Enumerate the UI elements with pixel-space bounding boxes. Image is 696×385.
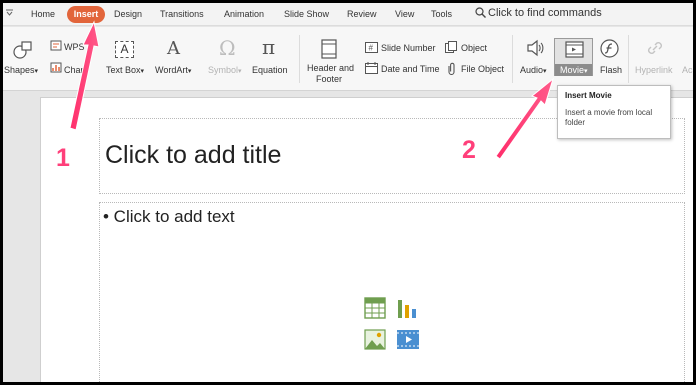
title-placeholder-text: Click to add title — [105, 141, 282, 169]
insert-chart-icon[interactable] — [396, 297, 418, 319]
text-box-button[interactable]: Text Box▾ — [106, 65, 144, 75]
tab-animation[interactable]: Animation — [224, 9, 264, 19]
tab-tools[interactable]: Tools — [431, 9, 452, 19]
insert-video-icon[interactable] — [396, 329, 420, 350]
tab-view[interactable]: View — [395, 9, 414, 19]
flash-button[interactable]: Flash — [600, 65, 622, 75]
insert-picture-icon[interactable] — [364, 329, 386, 350]
step-1-label: 1 — [56, 144, 70, 172]
insert-table-icon[interactable] — [364, 297, 386, 319]
wordart-icon[interactable]: A — [167, 38, 180, 59]
equation-button[interactable]: Equation — [252, 65, 288, 75]
equation-icon[interactable]: π — [262, 35, 275, 59]
header-footer-label-2[interactable]: Footer — [316, 74, 342, 84]
header-footer-icon[interactable] — [321, 39, 337, 59]
slide-number-button[interactable]: Slide Number — [381, 43, 436, 53]
speaker-icon[interactable] — [525, 38, 545, 58]
action-button-partial[interactable]: Ac — [682, 65, 693, 75]
command-search[interactable]: Click to find commands — [475, 7, 602, 19]
flash-icon[interactable] — [600, 39, 619, 58]
step-2-label: 2 — [462, 136, 476, 164]
tab-transitions[interactable]: Transitions — [160, 9, 204, 19]
file-object-button[interactable]: File Object — [461, 64, 504, 74]
object-button[interactable]: Object — [461, 43, 487, 53]
chart-label[interactable]: Chart — [64, 65, 98, 75]
tooltip-title: Insert Movie — [565, 91, 612, 100]
link-icon[interactable] — [646, 39, 664, 57]
chart-icon[interactable] — [50, 62, 62, 73]
film-icon[interactable] — [565, 41, 584, 58]
wps-label[interactable]: WPS — [64, 42, 85, 52]
header-footer-label-1[interactable]: Header and — [307, 63, 354, 73]
wps-icon[interactable] — [50, 40, 62, 51]
shapes-button[interactable]: Shapes▾ — [4, 65, 38, 75]
search-placeholder: Click to find commands — [488, 7, 602, 19]
symbol-button[interactable]: Symbol▾ — [208, 65, 242, 75]
shapes-icon[interactable] — [13, 41, 33, 59]
content-placeholder[interactable]: • Click to add text — [99, 202, 685, 382]
insert-ribbon: Shapes▾ WPS Chart A Text Box▾ A WordArt▾… — [3, 27, 693, 91]
date-time-button[interactable]: Date and Time — [381, 64, 440, 74]
collapse-ribbon-icon[interactable] — [6, 8, 13, 18]
textbox-icon[interactable]: A — [115, 41, 134, 58]
content-placeholder-text: • Click to add text — [103, 207, 235, 226]
symbol-icon[interactable]: Ω — [219, 36, 236, 60]
ribbon-separator — [512, 35, 513, 83]
menu-bar: Home Insert Design Transitions Animation… — [3, 3, 693, 26]
object-icon[interactable] — [445, 41, 457, 53]
movie-label[interactable]: Movie▾ — [560, 65, 588, 75]
slide-canvas: Click to add title • Click to add text — [40, 97, 693, 382]
ribbon-separator — [299, 35, 300, 83]
calendar-icon[interactable] — [365, 62, 378, 74]
tab-slide-show[interactable]: Slide Show — [284, 9, 329, 19]
ribbon-separator — [628, 35, 629, 83]
tab-design[interactable]: Design — [114, 9, 142, 19]
paperclip-icon[interactable] — [446, 62, 457, 75]
app-window: Home Insert Design Transitions Animation… — [3, 3, 693, 382]
audio-button[interactable]: Audio▾ — [520, 65, 547, 75]
tab-insert[interactable]: Insert — [67, 6, 105, 23]
search-icon — [475, 7, 486, 18]
svg-text:#: # — [369, 44, 374, 53]
slide-number-icon[interactable]: # — [365, 42, 378, 53]
tab-review[interactable]: Review — [347, 9, 377, 19]
hyperlink-button[interactable]: Hyperlink — [635, 65, 673, 75]
tab-home[interactable]: Home — [31, 9, 55, 19]
wordart-button[interactable]: WordArt▾ — [155, 65, 191, 75]
tooltip-description: Insert a movie from local folder — [565, 108, 653, 127]
movie-tooltip: Insert Movie Insert a movie from local f… — [557, 85, 671, 139]
